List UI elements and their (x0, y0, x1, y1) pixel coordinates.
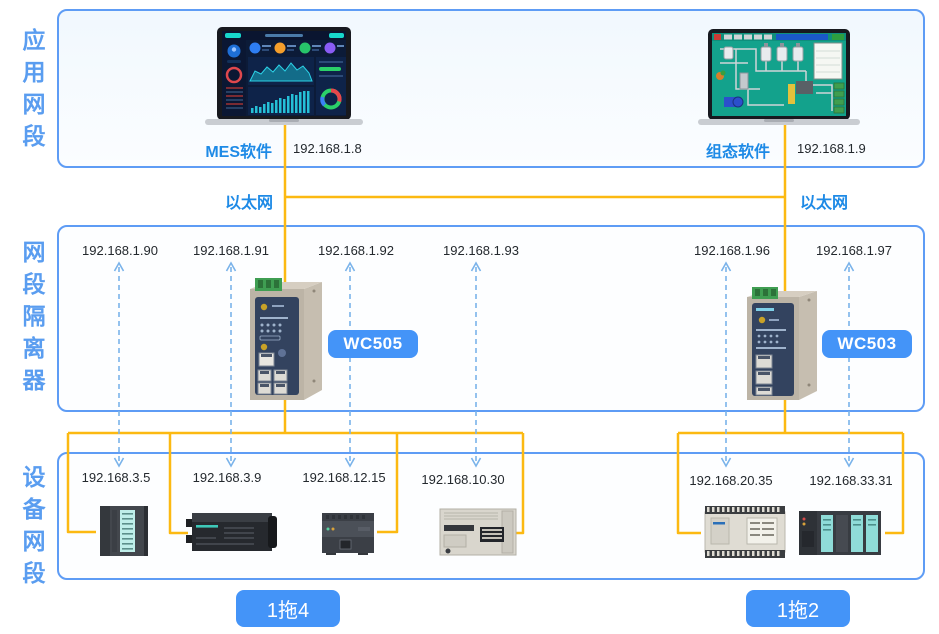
wc503-button[interactable]: WC503 (822, 330, 912, 358)
lan-ip-label: 192.168.3.5 (66, 470, 166, 485)
lan-ip-label: 192.168.10.30 (413, 472, 513, 487)
scada-ip-label: 192.168.1.9 (797, 141, 866, 156)
wan-ip-label: 192.168.1.96 (682, 243, 782, 258)
ip-mapping-line-3 (346, 263, 355, 466)
mes-software-label: MES软件 (162, 138, 272, 162)
wan-ip-label: 192.168.1.92 (306, 243, 406, 258)
lan-ip-label: 192.168.20.35 (681, 473, 781, 488)
mes-laptop-image (203, 27, 365, 129)
plc-siemens-s7200-image (184, 507, 279, 555)
ip-mapping-line-5 (722, 263, 731, 466)
wan-ip-label: 192.168.1.93 (431, 243, 531, 258)
wan-ip-label: 192.168.1.97 (804, 243, 904, 258)
application-segment-label: 应用网段 (20, 24, 48, 152)
ip-mapping-line-6 (845, 263, 854, 466)
plc-delta-dvp-image (699, 504, 791, 559)
plc-siemens-s71200-image (318, 509, 378, 555)
lan-ip-label: 192.168.33.31 (801, 473, 901, 488)
scada-laptop-image (696, 29, 862, 129)
wan-ip-label: 192.168.1.90 (70, 243, 170, 258)
badge-1-to-4[interactable]: 1拖4 (236, 590, 340, 627)
ip-mapping-line-4 (472, 263, 481, 466)
plc-siemens-sm-image (94, 504, 156, 558)
ip-mapping-line-1 (115, 263, 124, 466)
ethernet-label-right: 以太网 (800, 189, 848, 213)
lan-ip-label: 192.168.12.15 (294, 470, 394, 485)
scada-software-label: 组态软件 (660, 138, 770, 162)
wc505-device-image (242, 277, 334, 403)
isolator-segment-label: 网段隔离器 (20, 236, 48, 396)
device-segment-label: 设备网段 (20, 461, 48, 589)
badge-1-to-2[interactable]: 1拖2 (746, 590, 850, 627)
plc-mitsubishi-fx-image (436, 505, 520, 558)
wan-ip-label: 192.168.1.91 (181, 243, 281, 258)
wc505-button[interactable]: WC505 (328, 330, 418, 358)
lan-ip-label: 192.168.3.9 (177, 470, 277, 485)
mes-ip-label: 192.168.1.8 (293, 141, 362, 156)
ip-mapping-line-2 (227, 263, 236, 466)
ethernet-label-left: 以太网 (163, 189, 273, 213)
network-topology-diagram: 应用网段 网段隔离器 设备网段 (0, 0, 939, 634)
plc-siemens-s7300-image (795, 507, 885, 558)
wc503-device-image (741, 287, 827, 403)
